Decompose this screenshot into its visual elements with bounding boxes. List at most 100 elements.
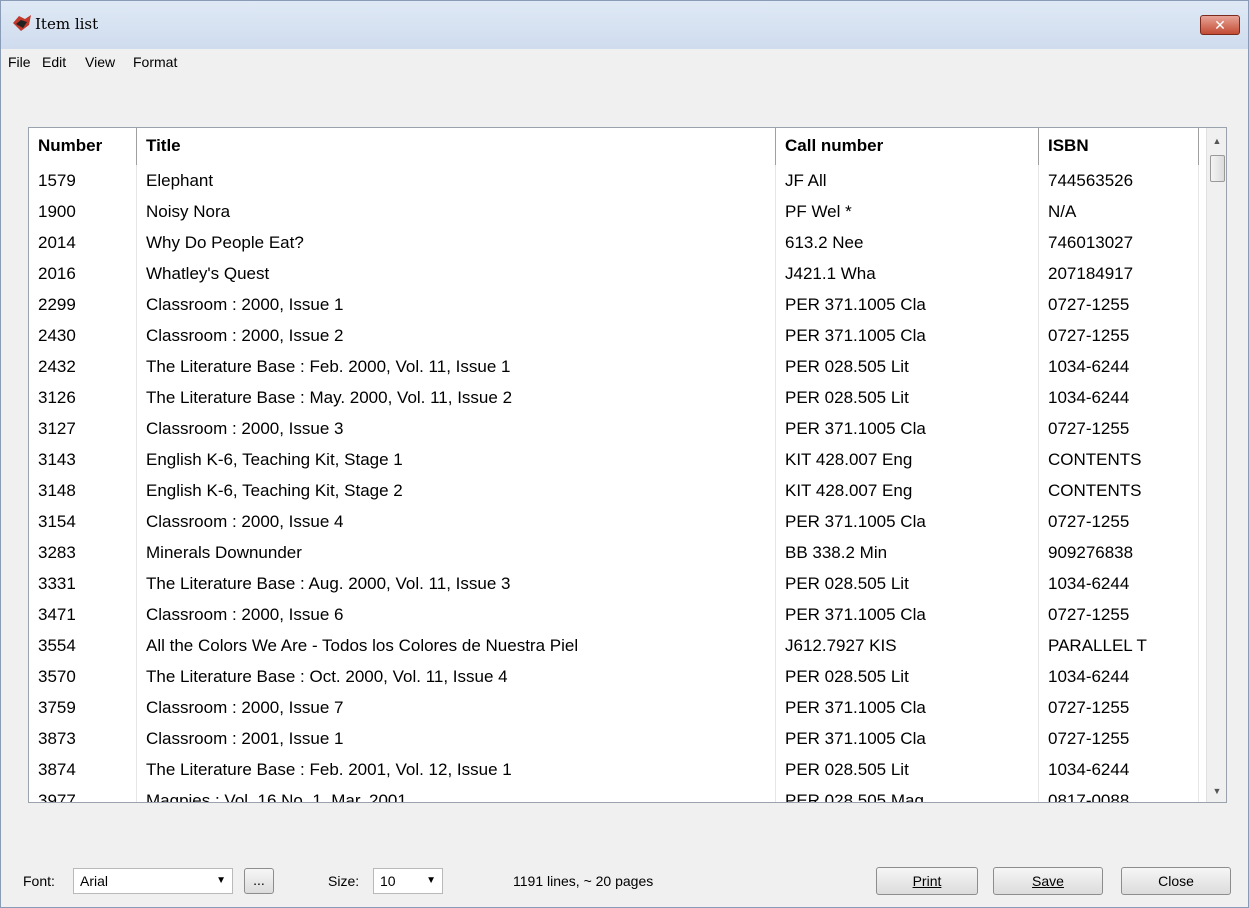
scroll-up-arrow-icon[interactable]: ▲ [1207, 130, 1226, 152]
table-row[interactable]: 3143 English K-6, Teaching Kit, Stage 1 KI… [29, 444, 1207, 475]
cell-call-number: J421.1 Wha [776, 258, 1039, 289]
scrollbar-thumb[interactable] [1210, 155, 1225, 182]
table-row[interactable]: 3874 The Literature Base : Feb. 2001, Vol… [29, 754, 1207, 785]
vertical-scrollbar[interactable]: ▲ ▼ [1206, 128, 1226, 802]
cell-isbn: 0817-0088 [1039, 785, 1199, 802]
menu-bar: File Edit View Format [1, 49, 1248, 77]
table-row[interactable]: 3127 Classroom : 2000, Issue 3 PER 371.100… [29, 413, 1207, 444]
cell-title: Classroom : 2000, Issue 2 [137, 320, 776, 351]
column-header-title[interactable]: Title [137, 128, 776, 165]
cell-title: Classroom : 2000, Issue 1 [137, 289, 776, 320]
table-row[interactable]: 2430 Classroom : 2000, Issue 2 PER 371.100… [29, 320, 1207, 351]
table-row[interactable]: 3977 Magpies : Vol. 16 No. 1, Mar. 2001 PE… [29, 785, 1207, 802]
size-select-value: 10 [380, 873, 396, 889]
table-row[interactable]: 3126 The Literature Base : May. 2000, Vol… [29, 382, 1207, 413]
cell-isbn: 909276838 [1039, 537, 1199, 568]
cell-call-number: PER 371.1005 Cla [776, 413, 1039, 444]
cell-title: English K-6, Teaching Kit, Stage 2 [137, 475, 776, 506]
close-icon: ✕ [1214, 16, 1226, 33]
table-row[interactable]: 3554 All the Colors We Are - Todos los Co… [29, 630, 1207, 661]
cell-number: 3570 [29, 661, 137, 692]
save-button[interactable]: Save [993, 867, 1103, 895]
footer-bar: Font: Arial ▼ ... Size: 10 ▼ 1191 lines,… [1, 863, 1248, 903]
cell-title: Elephant [137, 165, 776, 196]
cell-isbn: 207184917 [1039, 258, 1199, 289]
item-table[interactable]: Number Title Call number ISBN 1579 Elepha… [28, 127, 1227, 803]
close-button[interactable]: Close [1121, 867, 1231, 895]
cell-isbn: 1034-6244 [1039, 382, 1199, 413]
cell-call-number: PER 028.505 Lit [776, 568, 1039, 599]
table-row[interactable]: 1579 Elephant JF All 744563526 [29, 165, 1207, 196]
cell-isbn: 1034-6244 [1039, 754, 1199, 785]
title-bar[interactable]: Item list ✕ [1, 1, 1248, 49]
column-header-number[interactable]: Number [29, 128, 137, 165]
cell-isbn: 0727-1255 [1039, 692, 1199, 723]
cell-isbn: 1034-6244 [1039, 568, 1199, 599]
cell-call-number: PER 028.505 Lit [776, 754, 1039, 785]
cell-number: 1579 [29, 165, 137, 196]
cell-isbn: 1034-6244 [1039, 661, 1199, 692]
table-row[interactable]: 3148 English K-6, Teaching Kit, Stage 2 KI… [29, 475, 1207, 506]
cell-number: 3127 [29, 413, 137, 444]
cell-title: The Literature Base : Aug. 2000, Vol. 11… [137, 568, 776, 599]
table-row[interactable]: 3471 Classroom : 2000, Issue 6 PER 371.100… [29, 599, 1207, 630]
cell-number: 2432 [29, 351, 137, 382]
cell-title: Magpies : Vol. 16 No. 1, Mar. 2001 [137, 785, 776, 802]
menu-file[interactable]: File [8, 54, 31, 70]
table-row[interactable]: 3283 Minerals Downunder BB 338.2 Min 909276… [29, 537, 1207, 568]
cell-isbn: 746013027 [1039, 227, 1199, 258]
table-row[interactable]: 3331 The Literature Base : Aug. 2000, Vol… [29, 568, 1207, 599]
menu-view[interactable]: View [85, 54, 115, 70]
cell-number: 3148 [29, 475, 137, 506]
cell-isbn: 0727-1255 [1039, 599, 1199, 630]
size-select[interactable]: 10 ▼ [373, 868, 443, 894]
cell-number: 3283 [29, 537, 137, 568]
table-row[interactable]: 3154 Classroom : 2000, Issue 4 PER 371.100… [29, 506, 1207, 537]
cell-call-number: PER 371.1005 Cla [776, 692, 1039, 723]
scroll-down-arrow-icon[interactable]: ▼ [1207, 780, 1226, 802]
print-button[interactable]: Print [876, 867, 978, 895]
cell-title: Classroom : 2000, Issue 7 [137, 692, 776, 723]
cell-isbn: 0727-1255 [1039, 723, 1199, 754]
font-label: Font: [23, 873, 55, 889]
cell-title: Classroom : 2000, Issue 6 [137, 599, 776, 630]
cell-isbn: 0727-1255 [1039, 506, 1199, 537]
cell-title: Noisy Nora [137, 196, 776, 227]
column-header-call-number[interactable]: Call number [776, 128, 1039, 165]
table-row[interactable]: 3759 Classroom : 2000, Issue 7 PER 371.100… [29, 692, 1207, 723]
table-row[interactable]: 2299 Classroom : 2000, Issue 1 PER 371.100… [29, 289, 1207, 320]
item-list-window: Item list ✕ File Edit View Format Number… [0, 0, 1249, 908]
table-row[interactable]: 1900 Noisy Nora PF Wel * N/A [29, 196, 1207, 227]
window-close-button[interactable]: ✕ [1200, 15, 1240, 35]
close-button-label: Close [1158, 873, 1194, 889]
cell-isbn: 744563526 [1039, 165, 1199, 196]
cell-title: Minerals Downunder [137, 537, 776, 568]
cell-title: Classroom : 2001, Issue 1 [137, 723, 776, 754]
cell-title: Classroom : 2000, Issue 3 [137, 413, 776, 444]
font-picker-button[interactable]: ... [244, 868, 274, 894]
cell-call-number: PER 371.1005 Cla [776, 289, 1039, 320]
cell-call-number: KIT 428.007 Eng [776, 444, 1039, 475]
cell-title: The Literature Base : Feb. 2000, Vol. 11… [137, 351, 776, 382]
table-row[interactable]: 3570 The Literature Base : Oct. 2000, Vol… [29, 661, 1207, 692]
status-text: 1191 lines, ~ 20 pages [513, 873, 654, 889]
menu-edit[interactable]: Edit [42, 54, 66, 70]
cell-call-number: PER 371.1005 Cla [776, 723, 1039, 754]
cell-call-number: JF All [776, 165, 1039, 196]
font-select[interactable]: Arial ▼ [73, 868, 233, 894]
cell-number: 3874 [29, 754, 137, 785]
cell-title: The Literature Base : Feb. 2001, Vol. 12… [137, 754, 776, 785]
column-header-isbn[interactable]: ISBN [1039, 128, 1199, 165]
menu-format[interactable]: Format [133, 54, 177, 70]
table-row[interactable]: 2014 Why Do People Eat? 613.2 Nee 746013027 [29, 227, 1207, 258]
table-row[interactable]: 3873 Classroom : 2001, Issue 1 PER 371.100… [29, 723, 1207, 754]
chevron-down-icon: ▼ [426, 875, 436, 886]
cell-title: English K-6, Teaching Kit, Stage 1 [137, 444, 776, 475]
table-row[interactable]: 2432 The Literature Base : Feb. 2000, Vol… [29, 351, 1207, 382]
cell-isbn: 0727-1255 [1039, 413, 1199, 444]
cell-call-number: KIT 428.007 Eng [776, 475, 1039, 506]
table-row[interactable]: 2016 Whatley's Quest J421.1 Wha 207184917 [29, 258, 1207, 289]
size-label: Size: [328, 873, 360, 889]
cell-number: 2014 [29, 227, 137, 258]
cell-title: Classroom : 2000, Issue 4 [137, 506, 776, 537]
